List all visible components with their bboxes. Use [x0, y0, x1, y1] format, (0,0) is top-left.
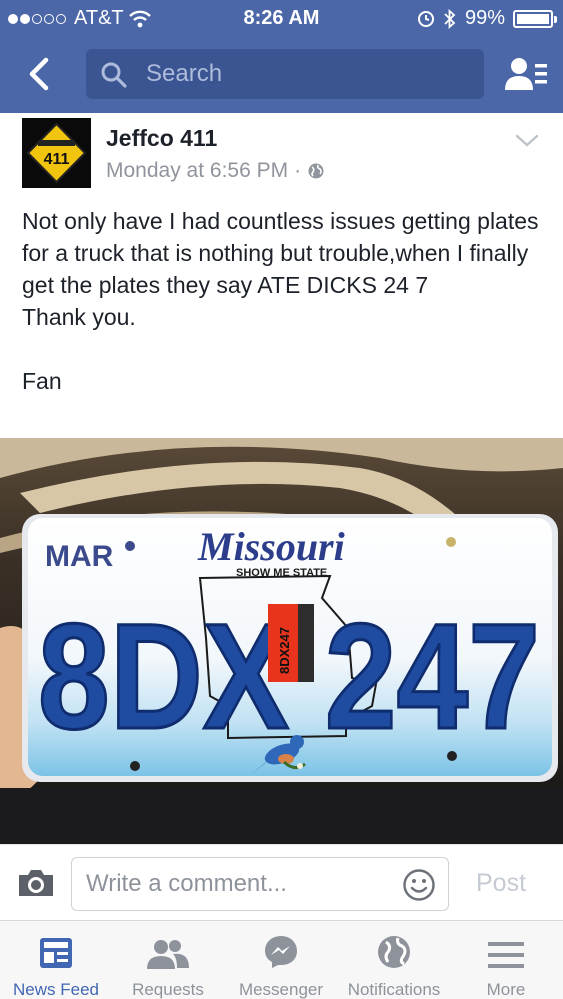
post-body: Not only have I had countless issues get…: [22, 205, 552, 397]
alarm-icon: [417, 10, 434, 27]
post-timestamp[interactable]: Monday at 6:56 PM: [106, 159, 288, 183]
menu-icon: [488, 942, 524, 968]
plate-state: Missouri: [197, 524, 345, 569]
plate-slogan: SHOW ME STATE: [236, 567, 327, 579]
public-globe-icon: [308, 163, 324, 179]
tab-label: Messenger: [238, 980, 324, 999]
tab-bar: News Feed Requests Messenger Notificatio…: [0, 920, 563, 999]
status-bar: AT&T 8:26 AM 99%: [0, 0, 563, 36]
tab-notifications[interactable]: Notifications: [338, 921, 450, 999]
messenger-icon: [265, 936, 297, 968]
camera-icon[interactable]: [16, 867, 56, 899]
post-meta: Monday at 6:56 PM ·: [106, 159, 325, 183]
post-paragraph: Not only have I had countless issues get…: [22, 208, 539, 298]
tab-label: More: [486, 980, 526, 999]
search-box[interactable]: [86, 49, 484, 99]
search-input[interactable]: [146, 49, 466, 99]
tab-requests[interactable]: Requests: [120, 921, 216, 999]
friend-requests-icon: [147, 940, 189, 969]
news-feed-icon: [40, 938, 72, 968]
tab-label: Requests: [132, 980, 204, 999]
tab-label: News Feed: [13, 980, 99, 999]
tab-label: Notifications: [347, 980, 441, 999]
emoji-icon[interactable]: [402, 868, 436, 902]
post-paragraph: Fan: [22, 368, 62, 394]
license-plate-photo: MAR Missouri SHOW ME STATE 8DX 247 8DX24…: [0, 438, 563, 844]
plate-month: MAR: [45, 540, 114, 573]
back-arrow-icon[interactable]: [22, 52, 58, 96]
chevron-down-icon[interactable]: [514, 133, 540, 149]
post-photo[interactable]: MAR Missouri SHOW ME STATE 8DX 247 8DX24…: [0, 438, 563, 844]
battery-icon: [513, 9, 557, 28]
search-icon: [101, 62, 127, 88]
post-comment-button[interactable]: Post: [476, 869, 526, 898]
page-logo-icon: 411: [22, 118, 91, 188]
comment-field[interactable]: [71, 857, 449, 911]
meta-separator: ·: [294, 159, 302, 182]
bluetooth-icon: [444, 8, 456, 29]
friends-list-icon[interactable]: [505, 54, 549, 94]
comment-input[interactable]: [86, 858, 386, 910]
tab-more[interactable]: More: [466, 921, 546, 999]
post-paragraph: Thank you.: [22, 304, 136, 330]
tab-news-feed[interactable]: News Feed: [10, 921, 102, 999]
battery-percent: 99%: [464, 7, 505, 29]
avatar[interactable]: 411: [22, 118, 91, 188]
status-right: 99%: [417, 7, 557, 30]
nav-bar: [0, 44, 563, 104]
post-paragraph: [22, 333, 552, 365]
sticker-number: 8DX247: [277, 627, 292, 674]
post-author[interactable]: Jeffco 411: [106, 125, 217, 152]
top-bar: AT&T 8:26 AM 99%: [0, 0, 563, 113]
globe-icon: [378, 936, 410, 968]
tab-messenger[interactable]: Messenger: [232, 921, 330, 999]
comment-bar: Post: [0, 844, 563, 920]
svg-text:411: 411: [44, 151, 70, 168]
